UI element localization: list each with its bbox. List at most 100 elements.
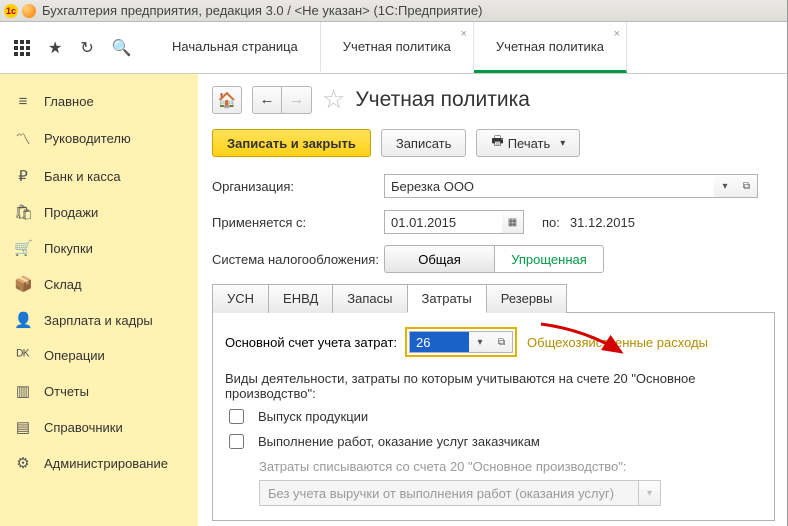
row-tax: Система налогообложения: Общая Упрощенна… xyxy=(212,245,775,273)
tab-rezervy[interactable]: Резервы xyxy=(486,284,568,313)
cart-icon: 🛒 xyxy=(14,239,32,257)
top-tabs: Начальная страница Учетная политика× Уче… xyxy=(150,22,627,73)
org-label: Организация: xyxy=(212,179,384,194)
action-row: Записать и закрыть Записать 🖶Печать xyxy=(212,129,775,157)
sidebar-item-admin[interactable]: ⚙Администрирование xyxy=(0,445,198,481)
tab-label: Запасы xyxy=(347,291,392,306)
sidebar-item-label: Операции xyxy=(44,348,105,363)
content: 🏠 ← → ☆ Учетная политика Записать и закр… xyxy=(198,74,787,526)
apps-grid-icon[interactable] xyxy=(14,40,30,56)
chk-label: Выполнение работ, оказание услуг заказчи… xyxy=(258,434,540,449)
sidebar: ≡ Главное 〽 Руководителю ₽ Банк и касса 🛍Пр… xyxy=(0,74,198,526)
sidebar-item-main[interactable]: ≡ Главное xyxy=(0,84,198,119)
close-icon[interactable]: × xyxy=(460,28,466,40)
status-dot-icon xyxy=(22,4,36,18)
page-title: Учетная политика xyxy=(355,88,530,112)
dropdown-icon[interactable]: ▾ xyxy=(714,174,736,198)
tax-simple-button[interactable]: Упрощенная xyxy=(494,245,604,273)
chk-services[interactable]: Выполнение работ, оказание услуг заказчи… xyxy=(229,434,762,449)
calendar-icon[interactable]: ▦ xyxy=(502,210,524,234)
print-button[interactable]: 🖶Печать xyxy=(476,129,580,157)
tab-policy-1[interactable]: Учетная политика× xyxy=(321,22,474,73)
star-icon[interactable]: ★ xyxy=(48,38,62,58)
seg-label: Упрощенная xyxy=(511,252,587,267)
org-value: Березка ООО xyxy=(391,179,474,194)
open-ref-icon[interactable]: ⧉ xyxy=(491,331,513,353)
writeoff-select: Без учета выручки от выполнения работ (о… xyxy=(259,480,762,506)
org-input[interactable]: Березка ООО xyxy=(384,174,714,198)
checkbox[interactable] xyxy=(229,434,244,449)
tab-policy-2[interactable]: Учетная политика × xyxy=(474,22,627,73)
sidebar-item-purchases[interactable]: 🛒 Покупки xyxy=(0,230,198,266)
acct-highlight: 26 ▾ ⧉ xyxy=(405,327,517,357)
nav-group: ← → xyxy=(252,86,312,114)
btn-label: Записать и закрыть xyxy=(227,136,356,151)
bars-icon: ▥ xyxy=(14,382,32,400)
open-ref-icon[interactable]: ⧉ xyxy=(736,174,758,198)
row-account: Основной счет учета затрат: 26 ▾ ⧉ Общех… xyxy=(225,327,762,357)
bag-icon: 🛍 xyxy=(14,203,32,221)
acct-label: Основной счет учета затрат: xyxy=(225,335,397,350)
sidebar-item-manager[interactable]: 〽 Руководителю xyxy=(0,119,198,158)
date-from-input[interactable]: 01.01.2015 xyxy=(384,210,502,234)
sidebar-item-label: Справочники xyxy=(44,420,123,435)
writeoff-label: Затраты списываются со счета 20 "Основно… xyxy=(259,459,762,474)
favorite-star-icon[interactable]: ☆ xyxy=(322,84,345,115)
box-icon: 📦 xyxy=(14,275,32,293)
sidebar-item-label: Администрирование xyxy=(44,456,168,471)
search-icon[interactable]: 🔍 xyxy=(112,38,132,58)
chart-icon: 〽 xyxy=(14,128,32,149)
date-label: Применяется с: xyxy=(212,215,384,230)
save-close-button[interactable]: Записать и закрыть xyxy=(212,129,371,157)
chk-label: Выпуск продукции xyxy=(258,409,368,424)
tab-label: Учетная политика xyxy=(496,39,604,54)
tab-envd[interactable]: ЕНВД xyxy=(268,284,333,313)
sidebar-item-hr[interactable]: 👤Зарплата и кадры xyxy=(0,302,198,338)
date-from-value: 01.01.2015 xyxy=(391,215,456,230)
acct-desc: Общехозяйственные расходы xyxy=(527,335,708,350)
top-toolbar: ★ ↻ 🔍 Начальная страница Учетная политик… xyxy=(0,22,787,74)
dropdown-icon[interactable]: ▾ xyxy=(469,331,491,353)
dropdown-icon: ▾ xyxy=(639,480,661,506)
tab-zapasy[interactable]: Запасы xyxy=(332,284,407,313)
tax-general-button[interactable]: Общая xyxy=(384,245,494,273)
sidebar-item-sales[interactable]: 🛍Продажи xyxy=(0,194,198,230)
sidebar-item-label: Главное xyxy=(44,94,94,109)
back-button[interactable]: ← xyxy=(252,86,282,114)
acct-input[interactable]: 26 xyxy=(409,331,469,353)
sidebar-item-label: Руководителю xyxy=(44,131,131,146)
save-button[interactable]: Записать xyxy=(381,129,467,157)
tab-label: Начальная страница xyxy=(172,39,298,54)
menu-icon: ≡ xyxy=(14,93,32,110)
inner-tabs: УСН ЕНВД Запасы Затраты Резервы xyxy=(212,283,775,312)
history-icon[interactable]: ↻ xyxy=(80,38,93,58)
row-organization: Организация: Березка ООО ▾ ⧉ xyxy=(212,173,775,199)
app-logo-icon: 1c xyxy=(4,4,18,18)
home-button[interactable]: 🏠 xyxy=(212,86,242,114)
chk-production[interactable]: Выпуск продукции xyxy=(229,409,762,424)
sidebar-item-warehouse[interactable]: 📦Склад xyxy=(0,266,198,302)
sidebar-item-label: Покупки xyxy=(44,241,93,256)
operations-icon: ᴰᴷ xyxy=(14,347,32,364)
seg-label: Общая xyxy=(418,252,461,267)
acct-value: 26 xyxy=(416,335,430,350)
printer-icon: 🖶 xyxy=(491,132,503,154)
tab-usn[interactable]: УСН xyxy=(212,284,269,313)
forward-button[interactable]: → xyxy=(282,86,312,114)
tab-home[interactable]: Начальная страница xyxy=(150,22,321,73)
sidebar-item-refs[interactable]: ▤ Справочники xyxy=(0,409,198,445)
ruble-icon: ₽ xyxy=(14,167,32,185)
sidebar-item-bank[interactable]: ₽ Банк и касса xyxy=(0,158,198,194)
list-icon: ▤ xyxy=(14,418,32,436)
row-date: Применяется с: 01.01.2015 ▦ по: 31.12.20… xyxy=(212,209,775,235)
sidebar-item-reports[interactable]: ▥Отчеты xyxy=(0,373,198,409)
close-icon[interactable]: × xyxy=(614,28,620,40)
tab-zatraty[interactable]: Затраты xyxy=(407,284,487,313)
writeoff-block: Затраты списываются со счета 20 "Основно… xyxy=(259,459,762,506)
tax-label: Система налогообложения: xyxy=(212,252,384,267)
checkbox[interactable] xyxy=(229,409,244,424)
sidebar-item-label: Зарплата и кадры xyxy=(44,313,153,328)
tab-label: Резервы xyxy=(501,291,553,306)
sidebar-item-operations[interactable]: ᴰᴷ Операции xyxy=(0,338,198,373)
sidebar-item-label: Банк и касса xyxy=(44,169,121,184)
